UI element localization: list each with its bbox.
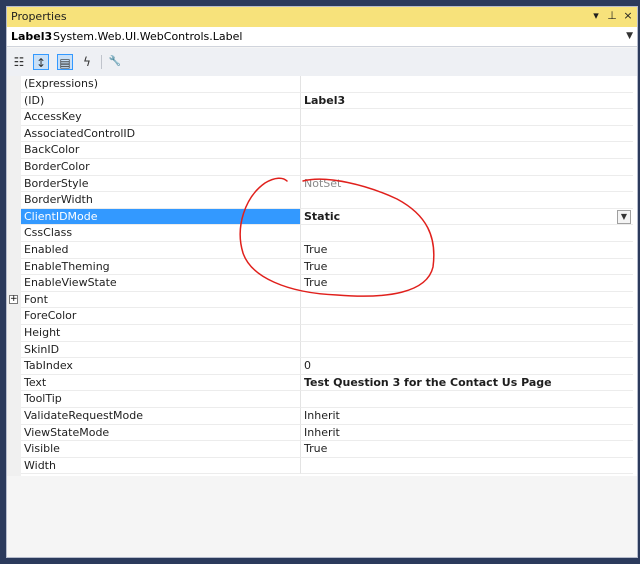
property-value[interactable] [301,308,633,325]
property-value[interactable] [301,391,633,408]
property-row[interactable]: ForeColor [7,308,637,325]
property-value[interactable]: True [301,441,633,458]
object-selector[interactable]: Label3 System.Web.UI.WebControls.Label ▼ [7,27,637,47]
properties-icon[interactable]: ▤ [57,54,73,70]
property-row[interactable]: (Expressions) [7,76,637,93]
property-name[interactable]: EnableTheming [21,258,301,276]
property-row[interactable]: SkinID [7,341,637,359]
property-name[interactable]: (Expressions) [21,76,301,93]
property-value[interactable] [301,159,633,176]
property-row[interactable]: BorderWidth [7,192,637,209]
property-name[interactable]: Width [21,457,301,475]
property-value[interactable]: NotSet [301,176,633,193]
panel-title: Properties [11,10,67,23]
alphabetical-icon[interactable]: ↕ [33,54,49,70]
property-row[interactable]: EnableViewState True [7,275,637,292]
property-name[interactable]: Font [21,291,301,309]
property-row[interactable]: (ID) Label3 [7,92,637,110]
value-dropdown-button[interactable]: ▼ [617,209,631,224]
categorized-icon[interactable]: ☷ [11,54,27,70]
property-name[interactable]: CssClass [21,225,301,242]
property-name[interactable]: AccessKey [21,109,301,126]
window-frame: Properties ▾ ⊥ × Label3 System.Web.UI.We… [0,0,640,564]
property-name[interactable]: TabIndex [21,358,301,375]
property-row[interactable]: ToolTip [7,391,637,408]
property-value[interactable] [301,142,633,159]
property-row[interactable]: AccessKey [7,109,637,126]
close-icon[interactable]: × [621,9,635,22]
dropdown-arrow-icon[interactable]: ▾ [589,9,603,22]
property-name[interactable]: EnableViewState [21,275,301,292]
property-name[interactable]: Enabled [21,242,301,259]
property-name[interactable]: Text [21,374,301,392]
property-value[interactable] [301,192,633,209]
property-row[interactable]: CssClass [7,225,637,242]
object-name: Label3 [11,30,53,43]
property-name[interactable]: Height [21,325,301,342]
events-icon[interactable]: ϟ [79,54,95,70]
property-name[interactable]: BackColor [21,142,301,159]
property-value[interactable] [301,292,633,309]
property-name[interactable]: BorderStyle [21,175,301,193]
property-value[interactable] [301,126,633,143]
property-name[interactable]: SkinID [21,341,301,359]
property-row[interactable]: AssociatedControlID [7,125,637,143]
property-value[interactable] [301,458,633,475]
property-value[interactable]: True [301,275,633,292]
property-name[interactable]: BorderWidth [21,192,301,209]
property-row[interactable]: TabIndex 0 [7,358,637,375]
property-value[interactable] [301,109,633,126]
toolbar: ☷ ↕ ▤ ϟ 🔧 [7,48,637,76]
property-value[interactable]: Label3 [301,93,633,110]
property-value[interactable] [301,342,633,359]
property-value[interactable]: 0 [301,358,633,375]
property-value[interactable]: Inherit [301,425,633,442]
property-name[interactable]: Visible [21,441,301,458]
property-name[interactable]: ToolTip [21,391,301,408]
property-name[interactable]: ViewStateMode [21,424,301,442]
object-type: System.Web.UI.WebControls.Label [53,30,243,43]
title-bar: Properties ▾ ⊥ × [7,7,637,27]
chevron-down-icon[interactable]: ▼ [626,31,633,41]
property-row[interactable]: Visible True [7,441,637,458]
property-name[interactable]: BorderColor [21,159,301,176]
property-row[interactable]: ValidateRequestMode Inherit [7,408,637,425]
toolbar-separator [101,55,102,69]
expand-icon[interactable]: + [9,294,18,304]
property-row[interactable]: BackColor [7,142,637,159]
property-row[interactable]: ViewStateMode Inherit [7,424,637,442]
property-value[interactable]: True [301,259,633,276]
property-value[interactable]: True [301,242,633,259]
property-value[interactable] [301,325,633,342]
property-name[interactable]: ClientIDMode [21,208,301,226]
property-name[interactable]: ValidateRequestMode [21,408,301,425]
property-name[interactable]: ForeColor [21,308,301,325]
property-row[interactable]: Text Test Question 3 for the Contact Us P… [7,374,637,392]
property-row[interactable]: ClientIDMode Static ▼ [7,208,637,226]
property-row[interactable]: Enabled True [7,242,637,259]
property-row[interactable]: Width [7,457,637,475]
property-name[interactable]: AssociatedControlID [21,125,301,143]
property-value[interactable]: Inherit [301,408,633,425]
property-value[interactable]: Test Question 3 for the Contact Us Page [301,375,633,392]
property-row[interactable]: BorderStyle NotSet [7,175,637,193]
property-name[interactable]: (ID) [21,92,301,110]
property-row[interactable]: Height [7,325,637,342]
property-grid: (Expressions) (ID) Label3 AccessKey Associat… [7,76,637,476]
property-row[interactable]: EnableTheming True [7,258,637,276]
property-value[interactable] [301,76,633,93]
property-row[interactable]: + Font [7,291,637,309]
pin-icon[interactable]: ⊥ [605,9,619,22]
property-value[interactable] [301,225,633,242]
properties-panel: Properties ▾ ⊥ × Label3 System.Web.UI.We… [6,6,638,558]
property-pages-icon[interactable]: 🔧 [107,54,123,70]
property-value[interactable]: Static [301,209,633,226]
property-row[interactable]: BorderColor [7,159,637,176]
